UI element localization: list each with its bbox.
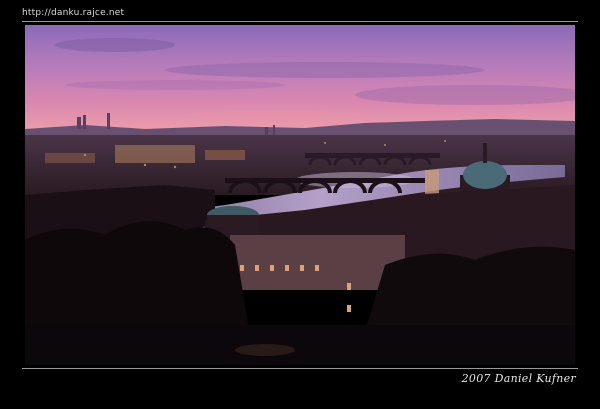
path-glow — [235, 344, 295, 356]
photo-frame: http://danku.rajce.net 2007 Daniel Kufne… — [0, 0, 600, 409]
bottom-divider — [22, 368, 578, 369]
source-url: http://danku.rajce.net — [22, 8, 125, 18]
top-divider — [22, 21, 578, 22]
photo-credit: 2007 Daniel Kufner — [461, 372, 576, 385]
foreground-shadow — [25, 325, 575, 365]
photo-illustration — [25, 25, 575, 365]
city-photo — [25, 25, 575, 365]
